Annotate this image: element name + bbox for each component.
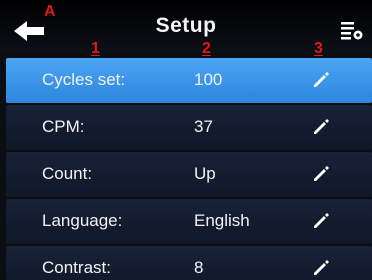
setting-value: 37 xyxy=(194,117,213,136)
setting-row-cpm[interactable]: CPM: 37 xyxy=(6,105,372,150)
column-marker-1: 1 xyxy=(91,40,100,57)
setup-screen: A Setup 1 2 3 Cycles set: 100 CPM: 37 Co… xyxy=(0,0,372,280)
setting-label: CPM: xyxy=(42,117,85,136)
setting-label: Contrast: xyxy=(42,258,111,277)
setting-value: 8 xyxy=(194,258,204,277)
setting-label: Cycles set: xyxy=(42,70,126,89)
setting-row-contrast[interactable]: Contrast: 8 xyxy=(6,246,372,280)
edit-pencil-icon[interactable] xyxy=(312,165,330,183)
edit-pencil-icon[interactable] xyxy=(312,71,330,89)
page-title: Setup xyxy=(155,14,217,37)
column-marker-3: 3 xyxy=(314,40,323,57)
edit-pencil-icon[interactable] xyxy=(312,212,330,230)
setting-value: Up xyxy=(194,164,216,183)
setting-label: Language: xyxy=(42,211,123,230)
edit-pencil-icon[interactable] xyxy=(312,259,330,277)
settings-list: Cycles set: 100 CPM: 37 Count: Up Langua… xyxy=(6,58,372,280)
setting-value: 100 xyxy=(194,70,223,89)
setting-value: English xyxy=(194,211,250,230)
setting-row-cycles-set[interactable]: Cycles set: 100 xyxy=(6,58,372,103)
setting-label: Count: xyxy=(42,164,93,183)
setting-row-language[interactable]: Language: English xyxy=(6,199,372,244)
settings-list-icon[interactable] xyxy=(340,20,364,42)
setting-row-count[interactable]: Count: Up xyxy=(6,152,372,197)
edit-pencil-icon[interactable] xyxy=(312,118,330,136)
column-marker-2: 2 xyxy=(202,40,211,57)
